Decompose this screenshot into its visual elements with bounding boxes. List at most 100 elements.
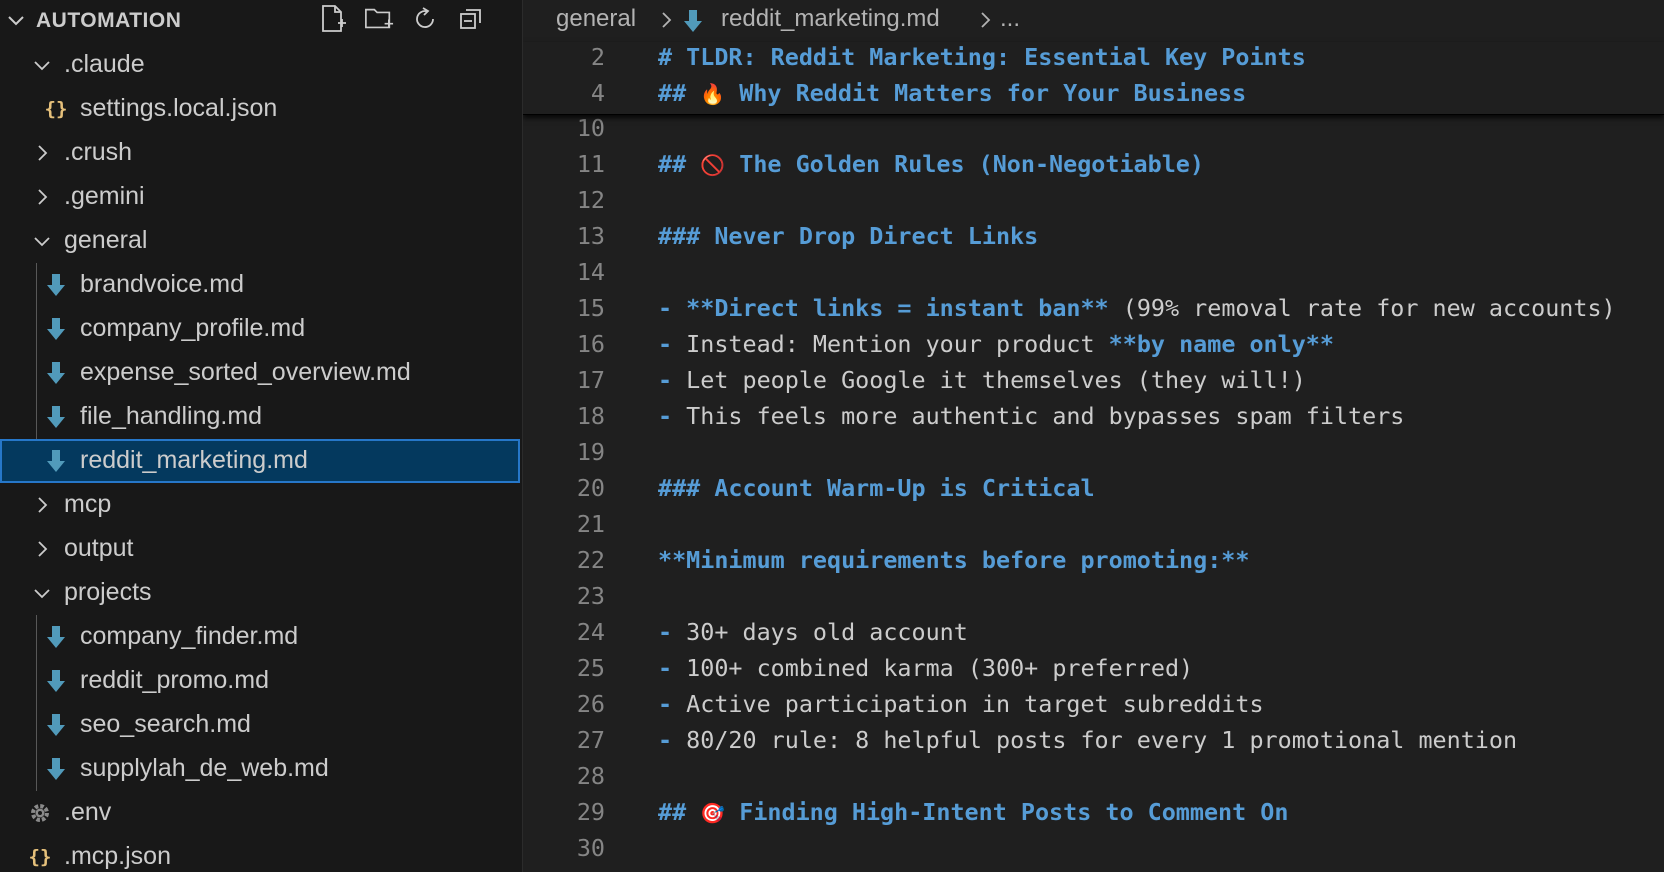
code-text: - Active participation in target subredd… bbox=[658, 690, 1264, 718]
code-line[interactable]: 22 **Minimum requirements before promotin… bbox=[523, 546, 1664, 582]
tree-item-output[interactable]: output bbox=[0, 527, 520, 571]
line-number: 16 bbox=[576, 330, 605, 358]
code-token: The Golden Rules (Non-Negotiable) bbox=[725, 150, 1204, 178]
code-token: ### Never Drop Direct Links bbox=[658, 222, 1039, 250]
code-line[interactable]: 23 bbox=[523, 582, 1664, 618]
tree-item-env[interactable]: .env bbox=[0, 791, 520, 835]
breadcrumb-folder[interactable]: general bbox=[556, 5, 636, 33]
code-line[interactable]: 17 - Let people Google it themselves (the… bbox=[523, 366, 1664, 402]
tree-item-settings-local-json[interactable]: {} settings.local.json bbox=[0, 87, 520, 131]
chevron-down-icon[interactable] bbox=[6, 10, 26, 30]
line-number: 26 bbox=[576, 690, 605, 718]
chevron-right-icon[interactable] bbox=[32, 187, 52, 207]
code-text: - 100+ combined karma (300+ preferred) bbox=[658, 654, 1193, 682]
code-line[interactable]: 4 ## 🔥 Why Reddit Matters for Your Busine… bbox=[523, 79, 1664, 115]
code-line[interactable]: 2 # TLDR: Reddit Marketing: Essential Key… bbox=[523, 43, 1664, 79]
gear-icon bbox=[28, 800, 52, 826]
line-number: 27 bbox=[576, 726, 605, 754]
tree-item-expense-sorted-overview-md[interactable]: expense_sorted_overview.md bbox=[0, 351, 520, 395]
code-line[interactable]: 28 bbox=[523, 762, 1664, 798]
tree-item-gemini[interactable]: .gemini bbox=[0, 175, 520, 219]
tree-item-label: mcp bbox=[64, 490, 112, 518]
tree-item-label: .mcp.json bbox=[64, 842, 171, 870]
tree-item-crush[interactable]: .crush bbox=[0, 131, 520, 175]
refresh-icon[interactable] bbox=[410, 4, 440, 34]
code-token: 100+ combined karma (300+ preferred) bbox=[686, 654, 1194, 682]
line-number: 14 bbox=[576, 258, 605, 286]
line-number: 10 bbox=[576, 114, 605, 142]
chevron-down-icon[interactable] bbox=[32, 231, 52, 251]
line-number: 11 bbox=[576, 150, 605, 178]
breadcrumb-more[interactable]: ... bbox=[1000, 5, 1020, 33]
sticky-scroll-header[interactable]: 2 # TLDR: Reddit Marketing: Essential Key… bbox=[523, 42, 1664, 115]
code-line[interactable]: 29 ## 🎯 Finding High-Intent Posts to Comm… bbox=[523, 798, 1664, 834]
code-line[interactable]: 11 ## 🚫 The Golden Rules (Non-Negotiable) bbox=[523, 150, 1664, 186]
breadcrumb-file[interactable]: reddit_marketing.md bbox=[721, 5, 940, 33]
chevron-right-icon[interactable] bbox=[32, 539, 52, 559]
code-token: # TLDR: Reddit Marketing: Essential Key … bbox=[658, 43, 1306, 71]
new-file-icon[interactable] bbox=[318, 4, 348, 34]
tree-item-projects[interactable]: projects bbox=[0, 571, 520, 615]
code-line[interactable]: 14 bbox=[523, 258, 1664, 294]
json-file-icon: {} bbox=[28, 846, 52, 868]
code-line[interactable]: 15 - **Direct links = instant ban** (99% … bbox=[523, 294, 1664, 330]
chevron-right-icon[interactable] bbox=[32, 495, 52, 515]
tree-item-file-handling-md[interactable]: file_handling.md bbox=[0, 395, 520, 439]
tree-item-reddit-promo-md[interactable]: reddit_promo.md bbox=[0, 659, 520, 703]
new-folder-icon[interactable] bbox=[364, 4, 394, 34]
markdown-file-icon bbox=[683, 9, 703, 40]
code-line[interactable]: 12 bbox=[523, 186, 1664, 222]
indent-guide bbox=[36, 263, 37, 439]
code-line[interactable]: 19 bbox=[523, 438, 1664, 474]
explorer-actions bbox=[318, 4, 486, 34]
json-file-icon: {} bbox=[44, 98, 68, 120]
chevron-down-icon[interactable] bbox=[32, 55, 52, 75]
tree-item-supplylah-de-web-md[interactable]: supplylah_de_web.md bbox=[0, 747, 520, 791]
collapse-all-icon[interactable] bbox=[456, 4, 486, 34]
markdown-file-icon bbox=[44, 360, 68, 386]
code-text: ### Account Warm-Up is Critical bbox=[658, 474, 1095, 502]
markdown-file-icon bbox=[44, 756, 68, 782]
code-line[interactable]: 10 bbox=[523, 114, 1664, 150]
chevron-down-icon[interactable] bbox=[32, 583, 52, 603]
code-text: # TLDR: Reddit Marketing: Essential Key … bbox=[658, 43, 1306, 71]
code-line[interactable]: 13 ### Never Drop Direct Links bbox=[523, 222, 1664, 258]
markdown-file-icon bbox=[44, 448, 68, 474]
tree-item-reddit-marketing-md[interactable]: reddit_marketing.md bbox=[0, 439, 520, 483]
code-text: - **Direct links = instant ban** (99% re… bbox=[658, 294, 1616, 322]
explorer-title: AUTOMATION bbox=[36, 9, 182, 32]
tree-item-claude[interactable]: .claude bbox=[0, 43, 520, 87]
tree-item-company-finder-md[interactable]: company_finder.md bbox=[0, 615, 520, 659]
code-line[interactable]: 25 - 100+ combined karma (300+ preferred) bbox=[523, 654, 1664, 690]
line-number: 28 bbox=[576, 762, 605, 790]
tree-item-label: reddit_promo.md bbox=[80, 666, 269, 694]
tree-item-label: seo_search.md bbox=[80, 710, 251, 738]
tree-item-mcp-json[interactable]: {} .mcp.json bbox=[0, 835, 520, 872]
code-token: Active participation in target subreddit… bbox=[686, 690, 1264, 718]
code-line[interactable]: 16 - Instead: Mention your product **by n… bbox=[523, 330, 1664, 366]
markdown-file-icon bbox=[44, 712, 68, 738]
tree-item-label: .gemini bbox=[64, 182, 145, 210]
code-line[interactable]: 21 bbox=[523, 510, 1664, 546]
code-line[interactable]: 18 - This feels more authentic and bypass… bbox=[523, 402, 1664, 438]
code-token: Why Reddit Matters for Your Business bbox=[725, 79, 1247, 107]
explorer-header[interactable]: AUTOMATION bbox=[0, 0, 522, 40]
code-text: - This feels more authentic and bypasses… bbox=[658, 402, 1404, 430]
code-line[interactable]: 26 - Active participation in target subre… bbox=[523, 690, 1664, 726]
chevron-right-icon[interactable] bbox=[32, 143, 52, 163]
code-token: ## bbox=[658, 150, 701, 178]
tree-item-mcp[interactable]: mcp bbox=[0, 483, 520, 527]
code-line[interactable]: 24 - 30+ days old account bbox=[523, 618, 1664, 654]
line-number: 12 bbox=[576, 186, 605, 214]
tree-item-seo-search-md[interactable]: seo_search.md bbox=[0, 703, 520, 747]
code-line[interactable]: 27 - 80/20 rule: 8 helpful posts for ever… bbox=[523, 726, 1664, 762]
code-token: Let people Google it themselves (they wi… bbox=[686, 366, 1306, 394]
tree-item-label: company_finder.md bbox=[80, 622, 299, 650]
tree-item-company-profile-md[interactable]: company_profile.md bbox=[0, 307, 520, 351]
tree-item-general[interactable]: general bbox=[0, 219, 520, 263]
code-line[interactable]: 30 bbox=[523, 834, 1664, 870]
tree-item-brandvoice-md[interactable]: brandvoice.md bbox=[0, 263, 520, 307]
code-line[interactable]: 20 ### Account Warm-Up is Critical bbox=[523, 474, 1664, 510]
emoji-glyph: 🎯 bbox=[700, 801, 726, 825]
code-token: Finding High-Intent Posts to Comment On bbox=[725, 798, 1289, 826]
